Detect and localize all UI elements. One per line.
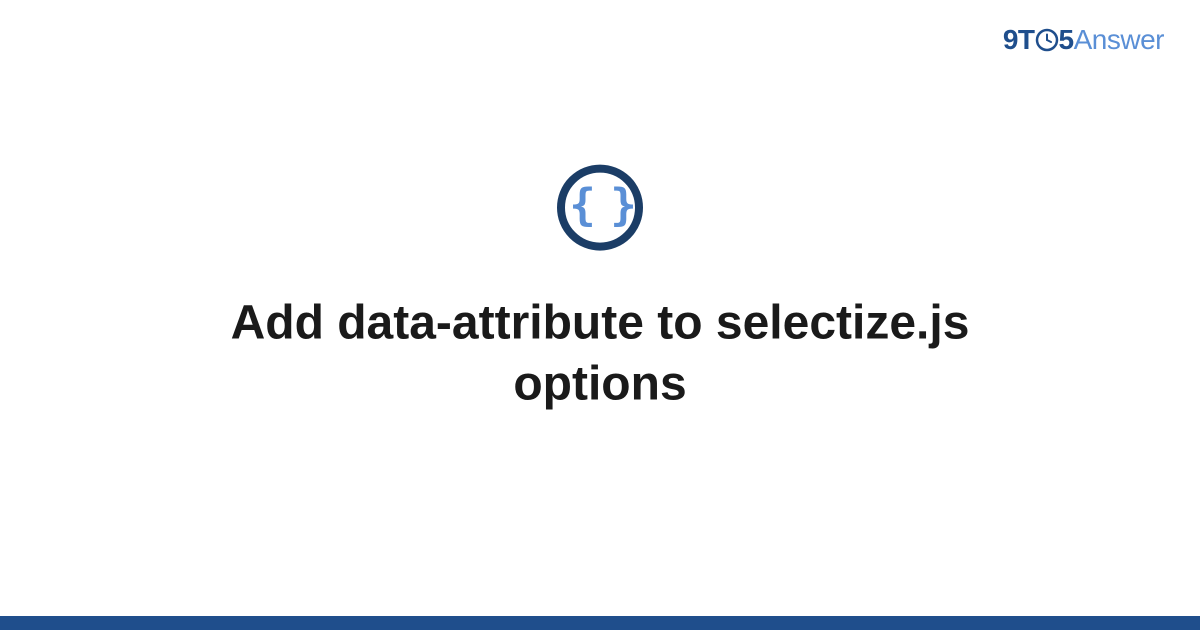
logo-text-prefix: 9T bbox=[1003, 24, 1035, 55]
main-content: { } Add data-attribute to selectize.js o… bbox=[0, 164, 1200, 415]
page-title: Add data-attribute to selectize.js optio… bbox=[150, 292, 1050, 415]
footer-accent-bar bbox=[0, 616, 1200, 630]
logo-text-middle: 5 bbox=[1059, 24, 1074, 55]
category-icon-circle: { } bbox=[557, 164, 643, 250]
code-braces-icon: { } bbox=[569, 183, 630, 227]
site-logo: 9T 5Answer bbox=[1003, 24, 1164, 56]
logo-text-suffix: Answer bbox=[1074, 24, 1164, 55]
clock-icon bbox=[1035, 28, 1059, 52]
